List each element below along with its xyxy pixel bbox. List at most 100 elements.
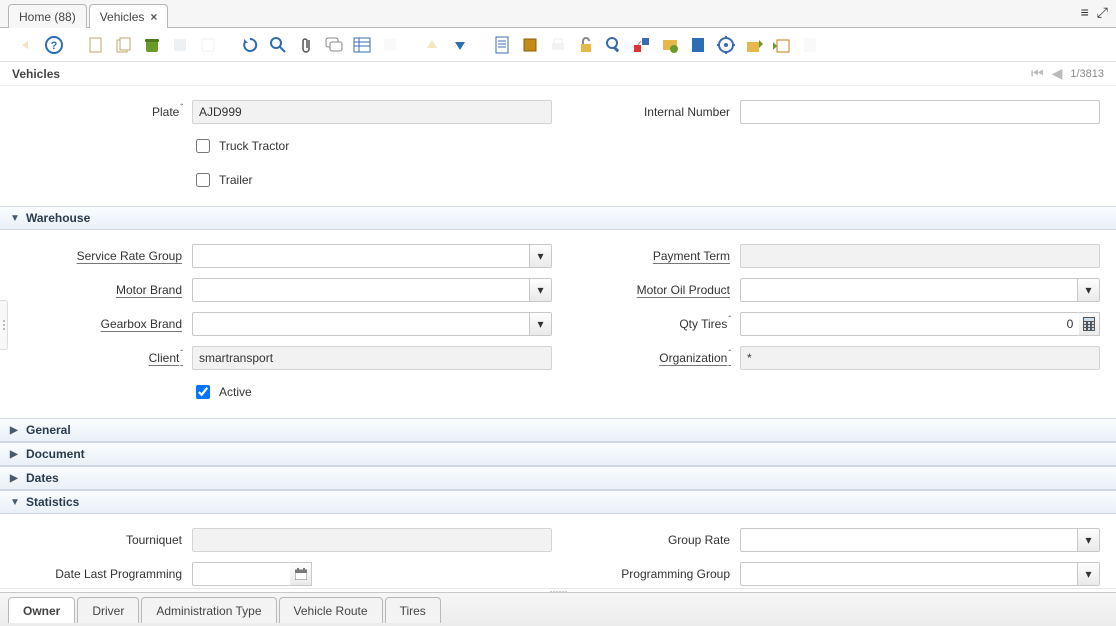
report-button[interactable] <box>490 33 514 57</box>
dropdown-icon[interactable]: ▾ <box>1077 563 1099 585</box>
tourniquet-label: Tourniquet <box>16 533 192 547</box>
chevron-right-icon: ▶ <box>10 425 20 436</box>
product-info-button[interactable] <box>686 33 710 57</box>
truck-tractor-checkbox[interactable] <box>196 139 210 153</box>
undo-button[interactable] <box>14 33 38 57</box>
service-rate-group-label: Service Rate Group <box>16 249 192 263</box>
calendar-icon[interactable] <box>290 562 312 586</box>
active-workflow-button[interactable] <box>630 33 654 57</box>
service-rate-group-combo[interactable]: ▾ <box>192 244 552 268</box>
date-last-programming-input[interactable] <box>192 562 290 586</box>
copy-record-button[interactable] <box>112 33 136 57</box>
main-toolbar: ? <box>0 28 1116 62</box>
motor-brand-combo[interactable]: ▾ <box>192 278 552 302</box>
sidebar-expand-handle[interactable] <box>0 300 8 350</box>
page-title: Vehicles <box>12 67 60 81</box>
organization-field: * <box>740 346 1100 370</box>
chevron-right-icon: ▶ <box>10 449 20 460</box>
delete-record-button[interactable] <box>140 33 164 57</box>
trailer-checkbox[interactable] <box>196 173 210 187</box>
child-tab-vehicle-route[interactable]: Vehicle Route <box>279 597 383 623</box>
record-counter: 1/3813 <box>1070 68 1104 80</box>
child-tabbar: Owner Driver Administration Type Vehicle… <box>0 592 1116 626</box>
grid-toggle-button[interactable] <box>350 33 374 57</box>
parent-record-button[interactable] <box>378 33 402 57</box>
gearbox-brand-label: Gearbox Brand <box>16 317 192 331</box>
dropdown-icon[interactable]: ▾ <box>1077 279 1099 301</box>
truck-tractor-label: Truck Tractor <box>219 139 289 153</box>
tab-home[interactable]: Home (88) <box>8 4 87 28</box>
trailer-label: Trailer <box>219 173 253 187</box>
archive-button[interactable] <box>518 33 542 57</box>
dropdown-icon[interactable]: ▾ <box>1077 529 1099 551</box>
group-rate-combo[interactable]: ▾ <box>740 528 1100 552</box>
plate-label: Plate <box>16 105 192 119</box>
refresh-button[interactable] <box>238 33 262 57</box>
nav-up-button[interactable] <box>420 33 444 57</box>
import-button[interactable] <box>770 33 794 57</box>
payment-term-label: Payment Term <box>564 249 740 263</box>
first-record-icon[interactable]: ⏮ <box>1031 65 1044 82</box>
new-record-button[interactable] <box>84 33 108 57</box>
internal-number-label: Internal Number <box>564 105 740 119</box>
section-general[interactable]: ▶General <box>0 418 1116 442</box>
svg-text:?: ? <box>51 40 58 52</box>
nav-down-button[interactable] <box>448 33 472 57</box>
attachment-button[interactable] <box>294 33 318 57</box>
qty-tires-label: Qty Tires <box>564 317 740 331</box>
dropdown-icon[interactable]: ▾ <box>529 245 551 267</box>
process-button[interactable] <box>714 33 738 57</box>
child-tab-admin-type[interactable]: Administration Type <box>141 597 276 623</box>
zoom-button[interactable] <box>602 33 626 57</box>
section-dates[interactable]: ▶Dates <box>0 466 1116 490</box>
section-document[interactable]: ▶Document <box>0 442 1116 466</box>
form-scroll-area[interactable]: Plate AJD999 Truck Tractor Trailer I <box>0 86 1116 592</box>
close-icon[interactable]: × <box>150 10 157 24</box>
dropdown-icon[interactable]: ▾ <box>529 279 551 301</box>
tab-vehicles[interactable]: Vehicles × <box>89 4 169 28</box>
tab-vehicles-label: Vehicles <box>100 10 145 24</box>
document-tabbar: Home (88) Vehicles × ≡ ⤢ <box>0 0 1116 28</box>
active-label: Active <box>219 385 252 399</box>
gearbox-brand-combo[interactable]: ▾ <box>192 312 552 336</box>
request-button[interactable] <box>658 33 682 57</box>
section-warehouse[interactable]: ▼ Warehouse <box>0 206 1116 230</box>
title-bar: Vehicles ⏮ ◀ 1/3813 <box>0 62 1116 86</box>
organization-label: Organization <box>564 351 740 365</box>
help-button[interactable]: ? <box>42 33 66 57</box>
chat-button[interactable] <box>322 33 346 57</box>
payment-term-field <box>740 244 1100 268</box>
print-button[interactable] <box>546 33 570 57</box>
section-statistics[interactable]: ▼Statistics <box>0 490 1116 514</box>
motor-brand-label: Motor Brand <box>16 283 192 297</box>
child-tab-owner[interactable]: Owner <box>8 597 75 623</box>
calculator-icon[interactable] <box>1079 312 1100 336</box>
tourniquet-field <box>192 528 552 552</box>
file-button[interactable] <box>798 33 822 57</box>
export-button[interactable] <box>742 33 766 57</box>
menu-icon[interactable]: ≡ <box>1081 4 1089 21</box>
motor-oil-product-label: Motor Oil Product <box>564 283 740 297</box>
client-field: smartransport <box>192 346 552 370</box>
programming-group-label: Programming Group <box>564 567 740 581</box>
expand-icon[interactable]: ⤢ <box>1097 4 1108 21</box>
qty-tires-input[interactable] <box>740 312 1079 336</box>
active-checkbox[interactable] <box>196 385 210 399</box>
motor-oil-product-combo[interactable]: ▾ <box>740 278 1100 302</box>
date-last-programming-label: Date Last Programming <box>16 567 192 581</box>
lock-button[interactable] <box>574 33 598 57</box>
internal-number-input[interactable] <box>740 100 1100 124</box>
chevron-down-icon: ▼ <box>10 497 20 508</box>
child-tab-driver[interactable]: Driver <box>77 597 139 623</box>
search-button[interactable] <box>266 33 290 57</box>
plate-field: AJD999 <box>192 100 552 124</box>
discard-button[interactable] <box>196 33 220 57</box>
tab-home-label: Home (88) <box>19 10 76 24</box>
chevron-down-icon: ▼ <box>10 213 20 224</box>
prev-record-icon[interactable]: ◀ <box>1052 65 1063 82</box>
programming-group-combo[interactable]: ▾ <box>740 562 1100 586</box>
save-button[interactable] <box>168 33 192 57</box>
child-tab-tires[interactable]: Tires <box>385 597 441 623</box>
dropdown-icon[interactable]: ▾ <box>529 313 551 335</box>
client-label: Client <box>16 351 192 365</box>
